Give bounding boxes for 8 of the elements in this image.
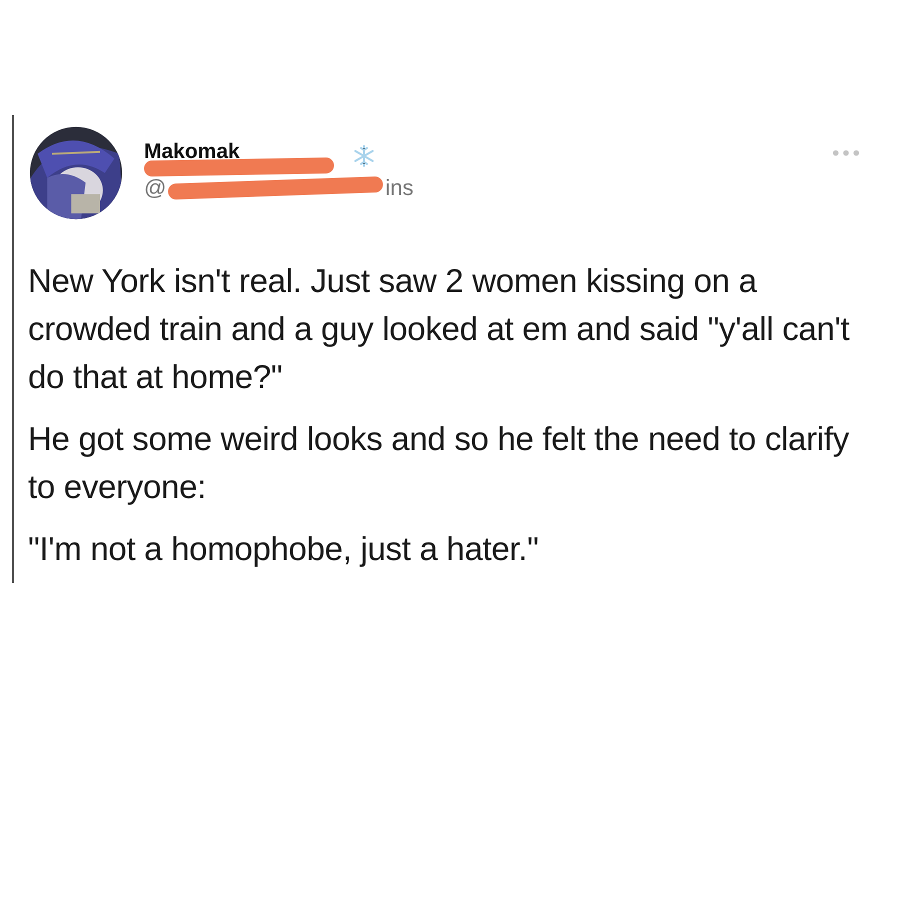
snowflake-icon (352, 144, 376, 168)
post-text: New York isn't real. Just saw 2 women kissing on a crowded train and a guy looked at em and said "y'all can't do that at home?" (28, 261, 850, 397)
handle: ins (385, 175, 414, 201)
post-text: He got some weird looks and so he felt the need to clarify to everyone: (28, 419, 850, 507)
handle: @ (144, 175, 166, 201)
display-name: Makomak (144, 140, 240, 164)
more-options-icon[interactable] (832, 149, 860, 157)
post-text: "I'm not a homophobe, just a hater." (28, 529, 540, 569)
